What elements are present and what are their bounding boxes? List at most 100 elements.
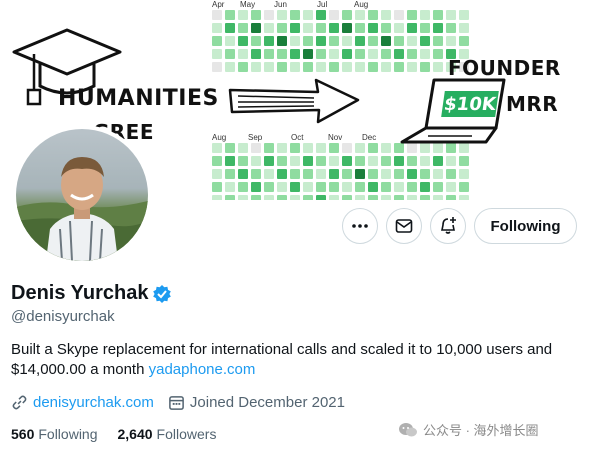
contribution-cell: [329, 156, 339, 166]
contribution-cell: [381, 143, 391, 153]
contribution-cell: [251, 182, 261, 192]
notifications-button[interactable]: [430, 208, 466, 244]
contribution-cell: [303, 49, 313, 59]
contribution-cell: [381, 156, 391, 166]
contribution-cell: [459, 10, 469, 20]
month-label: Dec: [362, 133, 377, 142]
contribution-cell: [420, 169, 430, 179]
contribution-cell: [459, 23, 469, 33]
contribution-cell: [446, 156, 456, 166]
contribution-cell: [420, 10, 430, 20]
contribution-cell: [342, 182, 352, 192]
website-link[interactable]: denisyurchak.com: [33, 394, 154, 411]
contribution-cell: [316, 182, 326, 192]
contribution-cell: [446, 23, 456, 33]
following-button[interactable]: Following: [474, 208, 577, 244]
contribution-cell: [355, 156, 365, 166]
contribution-cell: [355, 36, 365, 46]
contribution-cell: [407, 36, 417, 46]
verified-badge-icon[interactable]: [152, 284, 172, 304]
contribution-cell: [290, 156, 300, 166]
banner-humanities-text: HUMANITIES: [58, 86, 219, 111]
contribution-cell: [290, 49, 300, 59]
contribution-cell: [368, 156, 378, 166]
contribution-cell: [329, 10, 339, 20]
contribution-cell: [225, 10, 235, 20]
contribution-cell: [316, 169, 326, 179]
contribution-cell: [238, 49, 248, 59]
contribution-cell: [290, 62, 300, 72]
contribution-cell: [277, 23, 287, 33]
contribution-cell: [381, 195, 391, 200]
person-illustration: [16, 157, 148, 261]
month-label: Apr: [212, 0, 225, 9]
month-label: Sep: [248, 133, 263, 142]
contribution-cell: [368, 182, 378, 192]
contribution-cell: [381, 23, 391, 33]
contribution-cell: [316, 195, 326, 200]
contribution-cell: [212, 195, 222, 200]
contribution-cell: [316, 62, 326, 72]
contribution-cell: [368, 169, 378, 179]
contribution-cell: [303, 62, 313, 72]
contribution-cell: [368, 143, 378, 153]
contribution-cell: [394, 49, 404, 59]
contribution-cell: [459, 195, 469, 200]
contribution-cell: [290, 143, 300, 153]
contribution-cell: [407, 62, 417, 72]
contribution-cell: [381, 182, 391, 192]
contribution-cell: [238, 10, 248, 20]
contribution-cell: [433, 23, 443, 33]
contribution-cell: [355, 169, 365, 179]
contribution-cell: [264, 182, 274, 192]
contribution-cell: [225, 36, 235, 46]
followers-label: Followers: [156, 426, 217, 442]
contribution-cell: [342, 169, 352, 179]
contribution-cell: [394, 156, 404, 166]
contribution-cell: [316, 49, 326, 59]
contribution-cell: [316, 36, 326, 46]
contribution-cell: [407, 49, 417, 59]
contribution-cell: [277, 49, 287, 59]
contribution-cell: [433, 62, 443, 72]
contribution-cell: [316, 10, 326, 20]
contribution-cell: [277, 182, 287, 192]
following-count-link[interactable]: 560 Following: [11, 426, 98, 442]
contribution-cell: [303, 169, 313, 179]
mail-icon: [395, 219, 413, 233]
contribution-cell: [212, 156, 222, 166]
month-label: Oct: [291, 133, 304, 142]
followers-count-link[interactable]: 2,640 Followers: [118, 426, 217, 442]
message-button[interactable]: [386, 208, 422, 244]
contribution-cell: [329, 23, 339, 33]
month-label: Aug: [212, 133, 227, 142]
contribution-cell: [238, 143, 248, 153]
contribution-cell: [433, 10, 443, 20]
contribution-cell: [342, 143, 352, 153]
more-button[interactable]: [342, 208, 378, 244]
contribution-cell: [394, 36, 404, 46]
contribution-cell: [238, 156, 248, 166]
contribution-cell: [303, 156, 313, 166]
contribution-cell: [212, 36, 222, 46]
contribution-cell: [277, 10, 287, 20]
contribution-cell: [212, 169, 222, 179]
bottom-month-labels: Aug Sep Oct Nov Dec: [212, 133, 382, 143]
profile-meta: denisyurchak.com Joined December 2021: [11, 394, 359, 411]
contribution-cell: [251, 143, 261, 153]
profile-avatar[interactable]: [12, 125, 152, 265]
contribution-cell: [212, 23, 222, 33]
bio-link[interactable]: yadaphone.com: [149, 361, 256, 378]
contribution-cell: [251, 156, 261, 166]
contribution-cell: [238, 195, 248, 200]
contribution-cell: [277, 156, 287, 166]
contribution-cell: [381, 10, 391, 20]
contribution-cell: [394, 10, 404, 20]
contribution-cell: [277, 195, 287, 200]
contribution-cell: [446, 169, 456, 179]
display-name: Denis Yurchak: [11, 282, 149, 304]
watermark-text: 公众号 · 海外增长圈: [423, 423, 539, 438]
contribution-cell: [433, 36, 443, 46]
contribution-cell: [420, 36, 430, 46]
contribution-cell: [446, 10, 456, 20]
